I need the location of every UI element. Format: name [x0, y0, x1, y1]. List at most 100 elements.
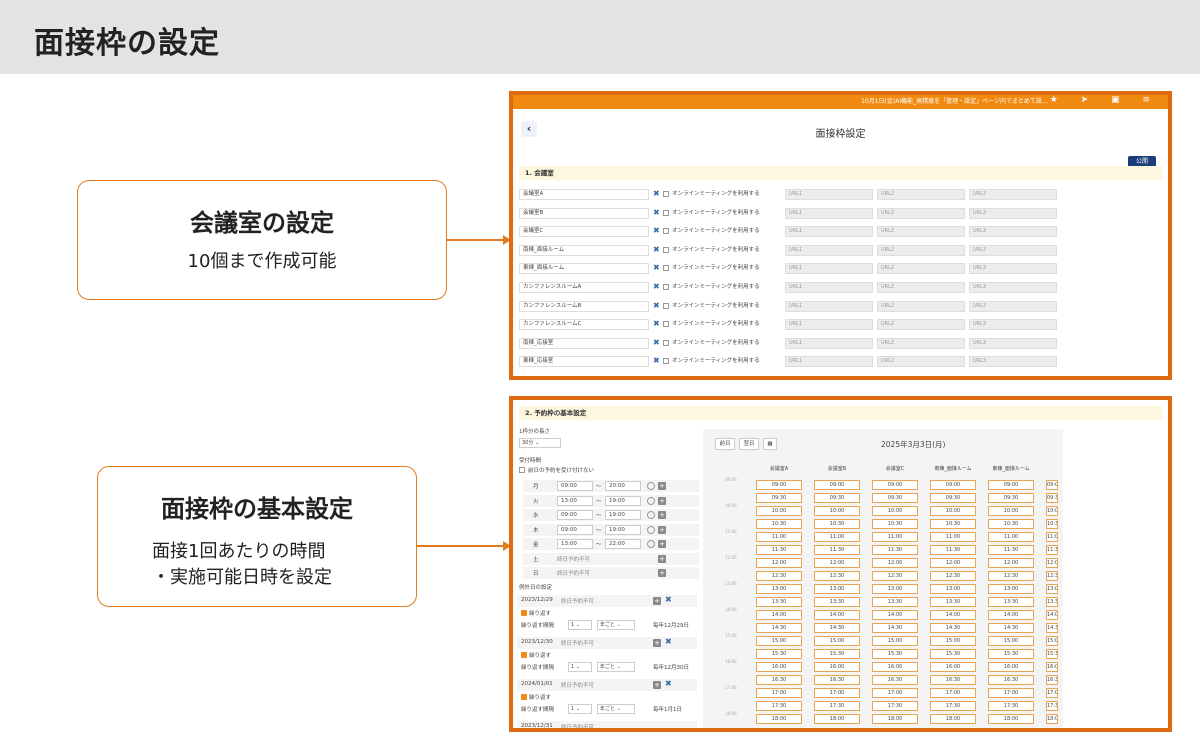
time-slot[interactable]: 18:00	[872, 714, 918, 724]
time-slot[interactable]: 10:00	[814, 506, 860, 516]
url-input[interactable]: URL3	[969, 319, 1057, 331]
online-checkbox[interactable]	[663, 284, 669, 290]
time-slot[interactable]: 14:30	[872, 623, 918, 633]
unavailable-icon[interactable]	[647, 525, 655, 534]
time-slot[interactable]: 12:30	[1046, 571, 1058, 581]
notice-text[interactable]: 10月1日(金)AI機能_高精度を「管理・設定」ページ内でまとめて設…	[861, 96, 1048, 105]
time-slot[interactable]: 17:00	[872, 688, 918, 698]
time-slot[interactable]: 09:30	[988, 493, 1034, 503]
room-name-input[interactable]: 東棟_応接室	[519, 356, 649, 368]
time-slot[interactable]: 09:00	[872, 480, 918, 490]
time-slot[interactable]: 12:30	[756, 571, 802, 581]
time-slot[interactable]: 11:00	[988, 532, 1034, 542]
time-slot[interactable]: 09:00	[814, 480, 860, 490]
unavailable-icon[interactable]	[647, 496, 655, 505]
add-exception-icon[interactable]: +	[653, 639, 661, 647]
toolbar-icons[interactable]: ★ ➤ ▣ ≡	[1050, 95, 1160, 105]
room-name-input[interactable]: 東棟_面接ルーム	[519, 263, 649, 275]
time-slot[interactable]: 13:30	[930, 597, 976, 607]
url-input[interactable]: URL3	[969, 226, 1057, 238]
time-slot[interactable]: 12:00	[930, 558, 976, 568]
url-input[interactable]: URL1	[785, 189, 873, 200]
delete-room-icon[interactable]: ✖	[653, 226, 660, 236]
url-input[interactable]: URL1	[785, 282, 873, 293]
repeat-checkbox[interactable]	[521, 652, 527, 658]
delete-room-icon[interactable]: ✖	[653, 189, 660, 199]
url-input[interactable]: URL2	[877, 244, 965, 256]
end-time-input[interactable]: 20:00	[605, 481, 641, 491]
time-slot[interactable]: 12:00	[756, 558, 802, 568]
url-input[interactable]: URL2	[877, 189, 965, 200]
unavailable-icon[interactable]	[647, 540, 655, 548]
start-time-input[interactable]: 09:00	[557, 510, 593, 520]
time-slot[interactable]: 16:00	[872, 662, 918, 672]
time-slot[interactable]: 16:30	[988, 675, 1034, 685]
time-slot[interactable]: 11:30	[872, 545, 918, 555]
time-slot[interactable]: 15:30	[1046, 649, 1058, 659]
time-slot[interactable]: 09:00	[756, 480, 802, 490]
time-slot[interactable]: 16:30	[930, 675, 976, 685]
room-name-input[interactable]: カンファレンスルームC	[519, 319, 649, 331]
time-slot[interactable]: 10:00	[930, 506, 976, 516]
online-checkbox[interactable]	[663, 358, 669, 365]
time-slot[interactable]: 13:30	[814, 597, 860, 607]
time-slot[interactable]: 09:30	[1046, 493, 1058, 503]
time-slot[interactable]: 17:30	[988, 701, 1034, 711]
time-slot[interactable]: 15:00	[1046, 636, 1058, 646]
url-input[interactable]: URL3	[969, 207, 1057, 219]
time-slot[interactable]: 10:30	[988, 519, 1034, 529]
time-slot[interactable]: 12:00	[814, 558, 860, 568]
interval-unit-select[interactable]: 年ごと ⌄	[597, 662, 635, 672]
time-slot[interactable]: 15:30	[988, 649, 1034, 659]
url-input[interactable]: URL2	[877, 319, 965, 331]
add-exception-icon[interactable]: +	[653, 597, 661, 605]
time-slot[interactable]: 10:30	[756, 519, 802, 529]
interval-number-select[interactable]: 1 ⌄	[568, 620, 592, 630]
time-slot[interactable]: 09:30	[930, 493, 976, 503]
room-name-input[interactable]: 南棟_応接室	[519, 337, 649, 349]
delete-exception-icon[interactable]: ✖	[665, 595, 672, 604]
delete-room-icon[interactable]: ✖	[653, 208, 660, 218]
time-slot[interactable]: 17:00	[756, 688, 802, 698]
time-slot[interactable]: 09:00	[1046, 480, 1058, 490]
add-time-icon[interactable]: +	[658, 540, 666, 548]
time-slot[interactable]: 16:00	[1046, 662, 1058, 672]
interval-unit-select[interactable]: 年ごと ⌄	[597, 620, 635, 630]
calendar-icon[interactable]: ▦	[763, 438, 777, 450]
time-slot[interactable]: 12:30	[872, 571, 918, 581]
time-slot[interactable]: 14:00	[756, 610, 802, 620]
time-slot[interactable]: 13:00	[988, 584, 1034, 594]
interval-number-select[interactable]: 1 ⌄	[568, 662, 592, 672]
time-slot[interactable]: 17:30	[930, 701, 976, 711]
time-slot[interactable]: 10:30	[872, 519, 918, 529]
url-input[interactable]: URL1	[785, 356, 873, 368]
url-input[interactable]: URL1	[785, 244, 873, 256]
time-slot[interactable]: 12:30	[988, 571, 1034, 581]
url-input[interactable]: URL1	[785, 207, 873, 219]
start-time-input[interactable]: 13:00	[557, 539, 593, 549]
time-slot[interactable]: 17:00	[930, 688, 976, 698]
start-time-input[interactable]: 13:00	[557, 495, 593, 506]
end-time-input[interactable]: 19:00	[605, 495, 641, 506]
online-checkbox[interactable]	[663, 228, 669, 235]
time-slot[interactable]: 15:00	[756, 636, 802, 646]
time-slot[interactable]: 11:30	[756, 545, 802, 555]
time-slot[interactable]: 18:00	[930, 714, 976, 724]
start-time-input[interactable]: 09:00	[557, 481, 593, 491]
time-slot[interactable]: 11:30	[930, 545, 976, 555]
time-slot[interactable]: 16:00	[756, 662, 802, 672]
online-checkbox[interactable]	[663, 265, 669, 272]
time-slot[interactable]: 14:30	[1046, 623, 1058, 633]
time-slot[interactable]: 10:30	[930, 519, 976, 529]
prev-day-button[interactable]: 前日	[715, 438, 735, 450]
time-slot[interactable]: 10:00	[756, 506, 802, 516]
url-input[interactable]: URL2	[877, 282, 965, 293]
time-slot[interactable]: 16:30	[814, 675, 860, 685]
url-input[interactable]: URL2	[877, 207, 965, 219]
time-slot[interactable]: 10:00	[872, 506, 918, 516]
add-time-icon[interactable]: +	[658, 482, 666, 490]
delete-room-icon[interactable]: ✖	[653, 356, 660, 366]
time-slot[interactable]: 13:00	[930, 584, 976, 594]
url-input[interactable]: URL3	[969, 263, 1057, 275]
url-input[interactable]: URL3	[969, 189, 1057, 200]
